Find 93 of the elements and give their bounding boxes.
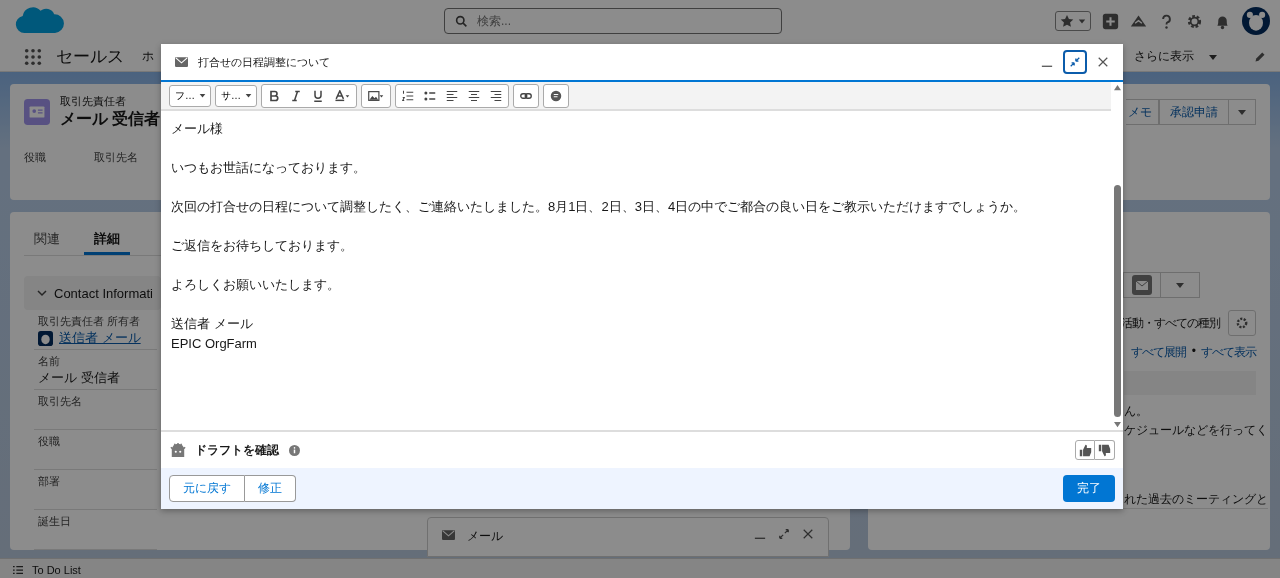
collapse-icon (1069, 56, 1081, 68)
field-label: 役職 (38, 434, 61, 449)
expand-icon[interactable] (778, 528, 790, 540)
align-right-icon[interactable] (490, 89, 502, 102)
align-center-icon[interactable] (468, 89, 480, 102)
text-color-icon[interactable] (334, 89, 350, 102)
settings-icon[interactable] (1186, 12, 1203, 30)
body-text: ご返信をお待ちしております。 (171, 237, 354, 255)
message-text: ん。 (1124, 403, 1148, 420)
body-text: いつもお世話になっております。 (171, 159, 367, 177)
collapse-button[interactable] (1063, 50, 1087, 74)
scrollbar[interactable] (1111, 82, 1123, 430)
field-label: 部署 (38, 474, 61, 489)
settings-icon (1235, 316, 1249, 330)
contact-icon (24, 99, 50, 125)
chevron-icon (36, 287, 48, 299)
pencil-icon[interactable] (1254, 50, 1266, 63)
thumbs-up-icon (1078, 443, 1092, 457)
close-icon[interactable] (1097, 56, 1109, 68)
record-name: メール 受信者 (60, 109, 161, 129)
window-title: メール (467, 528, 503, 545)
numbered-list-icon[interactable] (402, 89, 414, 102)
list-icon (12, 565, 24, 575)
body-text: よろしくお願いいたします。 (171, 276, 341, 294)
caret-icon (1237, 107, 1247, 117)
separator-dot: • (1191, 344, 1195, 360)
more-actions-button[interactable] (1229, 99, 1256, 125)
user-avatar-icon (38, 330, 53, 346)
bold-icon[interactable] (268, 89, 280, 102)
footer-button[interactable]: 元に戻す (169, 475, 245, 502)
robot-icon (169, 442, 187, 458)
plus-icon[interactable] (1102, 12, 1119, 30)
caret-icon (1175, 280, 1185, 290)
bulleted-list-icon[interactable] (424, 89, 436, 102)
italic-icon[interactable] (290, 89, 302, 102)
body-text: 送信者 メール (171, 315, 254, 333)
field-value: メール 受信者 (38, 369, 121, 387)
close-icon[interactable] (802, 528, 814, 540)
font-dropdown[interactable]: フ… (169, 84, 211, 107)
message-text: れた過去のミーティングと (1124, 491, 1268, 508)
speech-bubble-icon[interactable] (550, 89, 562, 102)
field-label: 取引先名 (94, 150, 138, 165)
up-arrow-icon (1112, 84, 1122, 91)
align-left-icon[interactable] (446, 89, 458, 102)
field-label: 取引先名 (38, 394, 83, 409)
thumbs-down-icon (1098, 443, 1111, 457)
size-dropdown[interactable]: サ… (215, 84, 257, 107)
more-menu[interactable]: さらに表示 (1134, 48, 1218, 65)
field-label: 誕生日 (38, 514, 72, 529)
tab[interactable]: 関連 (34, 226, 60, 255)
favorites-button[interactable] (1055, 11, 1091, 31)
utility-item[interactable]: To Do List (32, 564, 81, 576)
app-launcher-icon[interactable] (24, 47, 42, 66)
caret-icon (245, 92, 252, 99)
thumbs-down-button[interactable] (1095, 440, 1115, 460)
mail-icon (175, 57, 188, 67)
mail-icon (442, 530, 455, 540)
underline-icon[interactable] (312, 89, 324, 102)
docked-mail-window[interactable]: メール (427, 517, 829, 557)
link[interactable]: すべて展開 (1130, 344, 1186, 361)
body-text: メール様 (171, 120, 224, 138)
info-icon[interactable] (289, 444, 300, 456)
draft-label: ドラフトを確認 (195, 441, 279, 459)
thumbs-up-button[interactable] (1075, 440, 1095, 460)
body-text: EPIC OrgFarm (171, 335, 258, 353)
done-button[interactable]: 完了 (1063, 475, 1115, 502)
action-button[interactable]: メモ (1126, 99, 1159, 125)
app-name: セールス (56, 46, 124, 68)
body-text: 次回の打合せの日程について調整したく、ご連絡いたしました。8月1日、2日、3日、4日の中でご都合の良い日をご教示いただけますでしょうか。 (171, 198, 1028, 216)
field-label: 取引先責任者 所有者 (38, 314, 142, 329)
image-icon[interactable] (368, 89, 384, 102)
caret-icon (1078, 17, 1086, 25)
action-button[interactable]: 承認申請 (1159, 99, 1229, 125)
email-button[interactable] (1123, 272, 1161, 298)
nav-tab[interactable]: ホ (142, 48, 154, 65)
tab[interactable]: 詳細 (84, 226, 130, 255)
star-icon (1060, 14, 1074, 28)
footer-button[interactable]: 修正 (245, 475, 296, 502)
link[interactable]: すべて表示 (1201, 344, 1256, 361)
window-title: 打合せの日程調整について (198, 54, 330, 70)
field-label: 役職 (24, 150, 46, 165)
search-field[interactable]: 検索... (444, 8, 782, 34)
settings-button[interactable] (1228, 310, 1256, 336)
avatar[interactable] (1242, 7, 1270, 35)
field-label: 名前 (38, 354, 61, 369)
message-text: ケジュールなどを行ってく (1124, 422, 1268, 439)
section-header[interactable]: Contact Informati (24, 276, 161, 310)
user-link[interactable]: 送信者 メール (59, 329, 141, 347)
caret-icon (199, 92, 206, 99)
search-icon (455, 15, 468, 28)
down-arrow-icon (1112, 421, 1122, 428)
mail-icon (1132, 275, 1152, 295)
record-type: 取引先責任者 (60, 94, 127, 109)
